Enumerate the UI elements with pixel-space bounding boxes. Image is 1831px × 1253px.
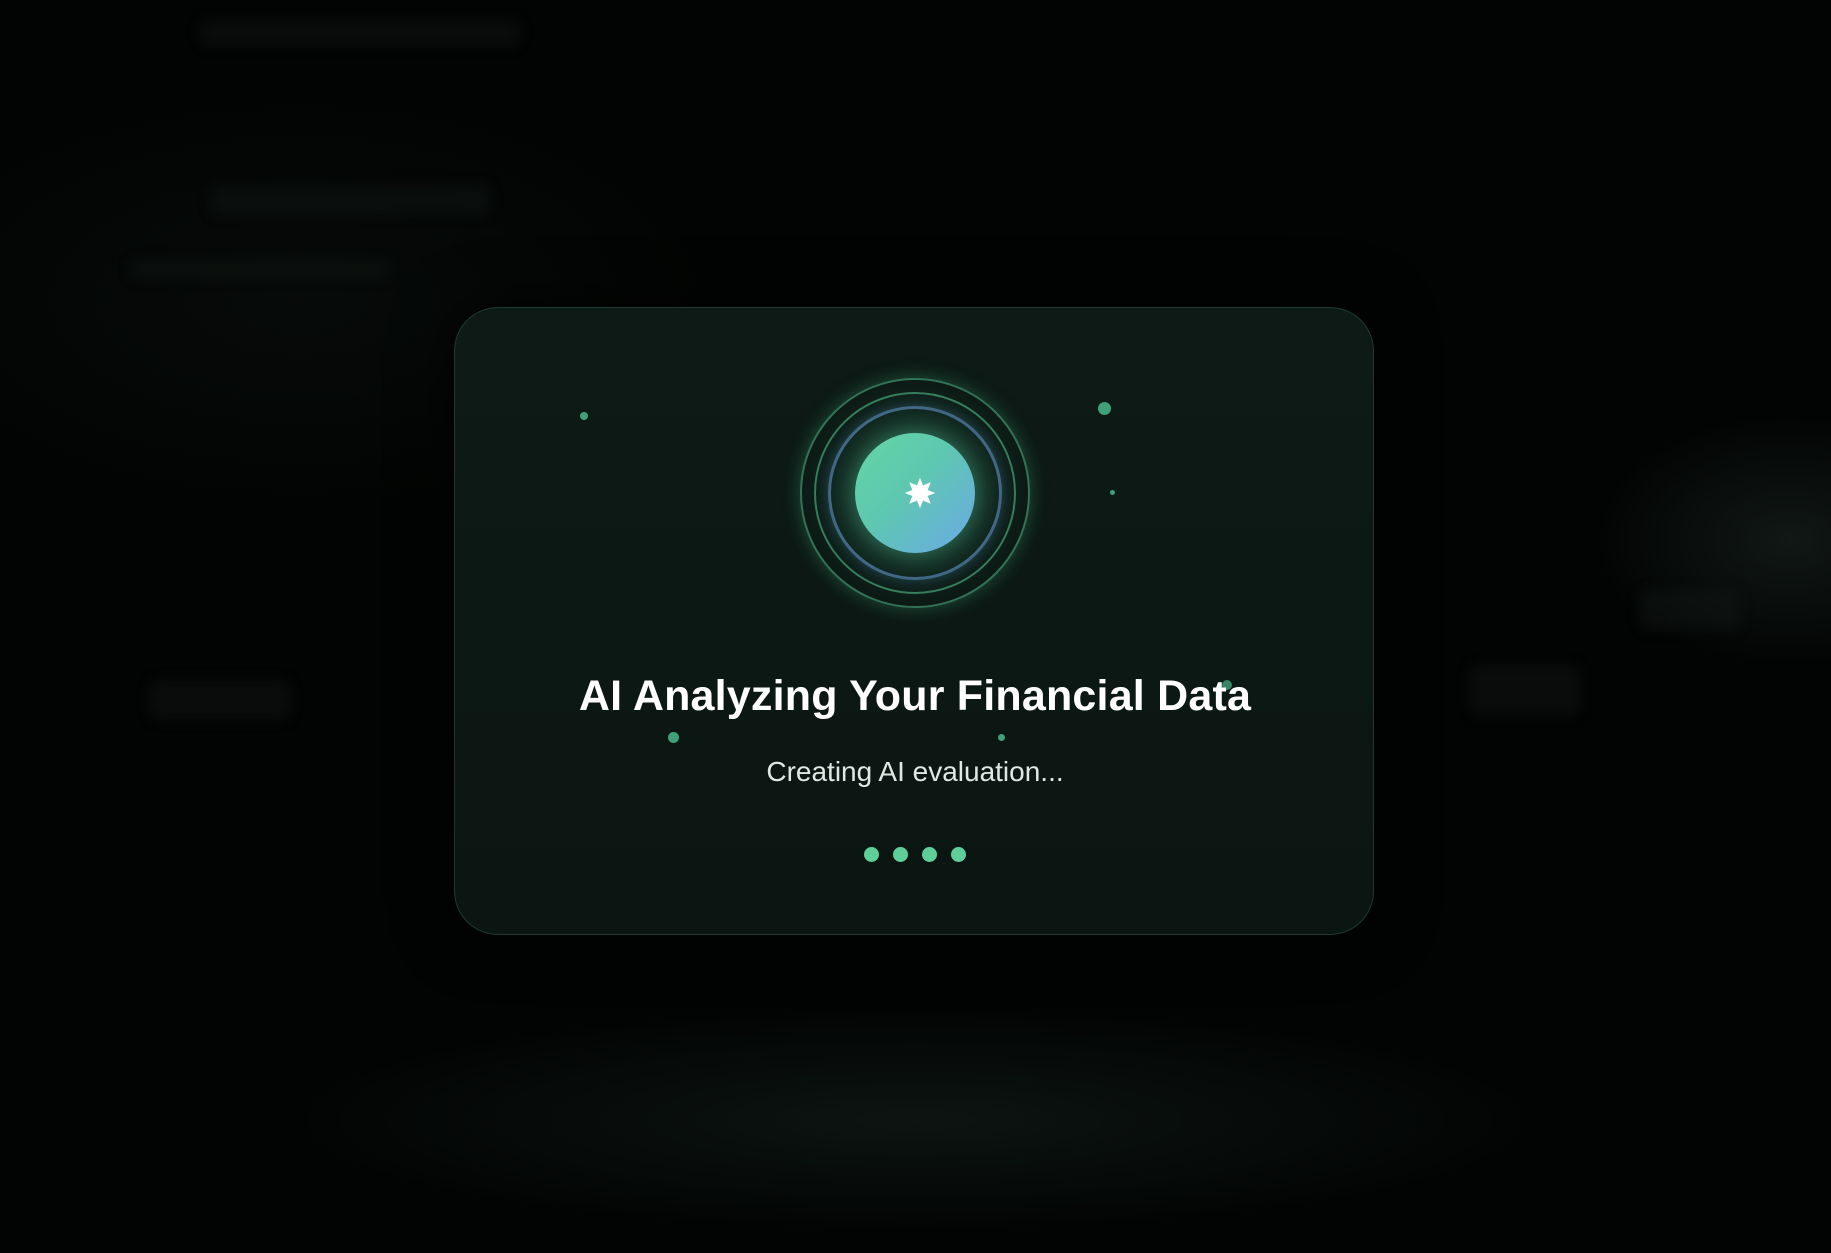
background-blurred-element (150, 680, 290, 720)
background-blurred-element (200, 20, 520, 46)
ai-orb-loader (800, 378, 1030, 608)
background-blurred-element (1470, 665, 1580, 715)
background-blurred-element (1640, 590, 1740, 630)
loading-dots (455, 847, 1373, 862)
background-blurred-element (130, 260, 390, 278)
loading-dot (951, 847, 966, 862)
loading-dot (922, 847, 937, 862)
sparkle-particle (1110, 490, 1115, 495)
status-text: Creating AI evaluation... (766, 756, 1064, 787)
sparkle-particle (668, 732, 679, 743)
loading-dot (864, 847, 879, 862)
loading-dot (893, 847, 908, 862)
orb-core (855, 433, 975, 553)
sparkle-particle (580, 412, 588, 420)
sparkle-particle (1098, 402, 1111, 415)
modal-title: AI Analyzing Your Financial Data (578, 672, 1252, 720)
background-blurred-element (210, 185, 490, 215)
sparkle-particle (998, 734, 1005, 741)
sparkle-icon (904, 477, 936, 509)
ai-analysis-modal: AI Analyzing Your Financial Data Creatin… (454, 307, 1374, 935)
